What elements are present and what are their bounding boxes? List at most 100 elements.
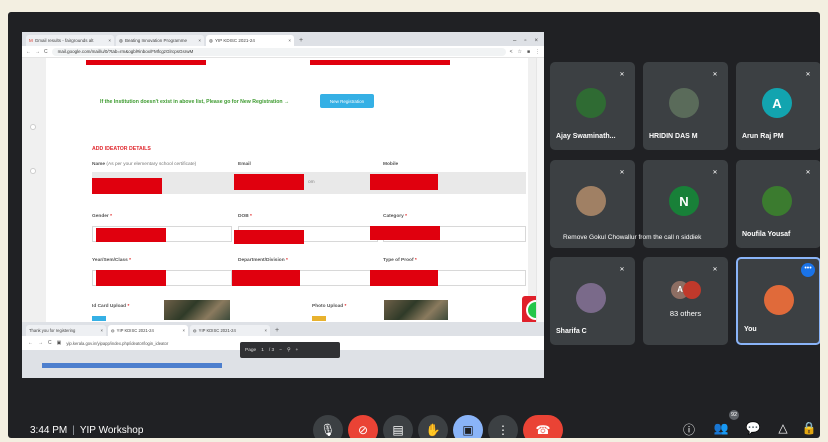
zoom-out-icon[interactable]: −: [279, 348, 282, 353]
meet-window: M Gmail results - fairgrounds alt × ◍ Beati…: [8, 12, 820, 438]
window-controls: – ▫ ×: [507, 38, 544, 46]
site-icon: ◍: [111, 328, 115, 333]
photo-upload-button[interactable]: [312, 316, 326, 321]
extensions-icon[interactable]: ■: [527, 49, 530, 55]
more-options-icon[interactable]: •••: [801, 263, 815, 277]
new-tab-button[interactable]: +: [296, 35, 306, 46]
participant-tile[interactable]: ✕ HRIDIN DAS M: [643, 62, 728, 150]
meeting-title: YIP Workshop: [79, 425, 144, 436]
new-registration-button[interactable]: New Registration: [320, 94, 374, 108]
others-count: 83 others: [669, 309, 702, 318]
reload-icon[interactable]: C: [48, 340, 52, 346]
site-icon: ◍: [193, 328, 197, 333]
browser-tab-active[interactable]: ◍ YIP KDISC 2021-24 ×: [108, 325, 188, 336]
radio-option[interactable]: [30, 168, 36, 174]
forward-icon[interactable]: →: [35, 49, 40, 55]
redaction-bar: [310, 60, 450, 65]
forward-icon[interactable]: →: [38, 340, 43, 346]
close-window-icon[interactable]: ×: [534, 38, 538, 44]
participant-tile[interactable]: ✕ Noufila Yousaf: [736, 160, 820, 248]
mic-off-icon: ✕: [712, 72, 718, 78]
shared-screen: M Gmail results - fairgrounds alt × ◍ Beati…: [22, 32, 544, 330]
address-bar-row: ← → C mail.google.com/mail/u/0/?tab=rm&o…: [22, 46, 544, 58]
selection-highlight: [42, 363, 222, 368]
avatar: [669, 88, 699, 118]
zoom-icon[interactable]: ⚲: [287, 348, 291, 353]
self-tile[interactable]: ••• You: [736, 257, 820, 345]
mic-icon[interactable]: 🎙: [313, 415, 343, 438]
gender-label: Gender *: [92, 214, 113, 219]
back-icon[interactable]: ←: [26, 49, 31, 55]
raise-hand-icon[interactable]: ✋: [418, 415, 448, 438]
end-call-icon[interactable]: ☎: [523, 415, 563, 438]
mobile-label: Mobile: [383, 162, 399, 167]
close-icon[interactable]: ×: [183, 328, 185, 333]
share-icon[interactable]: <: [510, 49, 513, 55]
page-scrollbar[interactable]: [536, 58, 544, 330]
avatar: [576, 88, 606, 118]
email-field-redacted[interactable]: [234, 174, 304, 190]
more-options-icon[interactable]: ⋮: [488, 415, 518, 438]
id-card-label: Id Card Upload *: [92, 304, 130, 309]
participant-tile[interactable]: ✕ Ajay Swaminath...: [550, 62, 635, 150]
department-label: Department/Division *: [238, 258, 288, 263]
bookmark-star-icon[interactable]: ☆: [517, 49, 521, 55]
participant-tile[interactable]: ✕ A Arun Raj PM: [736, 62, 820, 150]
avatar: A: [762, 88, 792, 118]
reload-icon[interactable]: C: [44, 49, 48, 55]
minimize-icon[interactable]: –: [513, 38, 516, 44]
browser-tab[interactable]: ◍ YIP KDISC 2021-24 ×: [190, 325, 270, 336]
url-field[interactable]: mail.google.com/mail/u/0/?tab=rm&ogbl#in…: [51, 47, 506, 56]
avatar: [764, 285, 794, 315]
browser-tab[interactable]: Thank you for registering ×: [26, 325, 106, 336]
remove-participant-tooltip: Remove Gokul Chowallur from the call n s…: [563, 234, 702, 241]
maximize-icon[interactable]: ▫: [524, 38, 526, 44]
shared-screen-secondary: Thank you for registering × ◍ YIP KDISC 20…: [22, 322, 544, 378]
info-icon[interactable]: ⓘ: [680, 421, 698, 438]
chat-icon[interactable]: 💬: [744, 421, 762, 435]
year-redacted: [96, 270, 166, 286]
back-icon[interactable]: ←: [28, 340, 33, 346]
url-field[interactable]: yip.kerala.gov.in/yipapp/index.php/ideat…: [66, 341, 168, 346]
host-controls-icon[interactable]: 🔒: [800, 421, 818, 435]
id-card-upload-button[interactable]: [92, 316, 106, 321]
browser-tab[interactable]: ◍ Beating Innovation Programme ×: [116, 35, 204, 46]
close-icon[interactable]: ×: [198, 38, 201, 43]
activities-icon[interactable]: △: [774, 421, 792, 435]
avatar: [576, 283, 606, 313]
year-label: Year/Sem/Class *: [92, 258, 131, 263]
close-icon[interactable]: ×: [108, 38, 111, 43]
close-icon[interactable]: ×: [288, 38, 291, 43]
page-number-input[interactable]: 1: [261, 348, 264, 353]
people-icon[interactable]: 👥: [712, 421, 730, 435]
radio-option[interactable]: [30, 124, 36, 130]
avatar: N: [669, 186, 699, 216]
zoom-in-icon[interactable]: +: [296, 348, 299, 353]
participant-name: Noufila Yousaf: [742, 231, 791, 238]
email-suffix: om: [308, 180, 315, 185]
participant-name: HRIDIN DAS M: [649, 133, 698, 140]
dob-label: DOB *: [238, 214, 252, 219]
present-icon[interactable]: ▣: [453, 415, 483, 438]
close-icon[interactable]: ×: [101, 328, 103, 333]
camera-off-icon[interactable]: ⊘: [348, 415, 378, 438]
close-icon[interactable]: ×: [265, 328, 267, 333]
menu-kebab-icon[interactable]: ⋮: [535, 49, 540, 55]
browser-tab-active[interactable]: ◍ YIP KDISC 2021-24 ×: [206, 35, 294, 46]
photo-preview: [384, 300, 448, 320]
mobile-field-redacted[interactable]: [370, 174, 438, 190]
new-tab-button[interactable]: +: [272, 325, 282, 336]
gmail-icon: M: [29, 38, 33, 43]
others-tile[interactable]: ✕ A 83 others: [643, 257, 728, 345]
participant-tile[interactable]: ✕ Sharifa C: [550, 257, 635, 345]
pdf-toolbar: Page 1 / 3 − ⚲ +: [240, 342, 340, 358]
browser-tab[interactable]: M Gmail results - fairgrounds alt ×: [26, 35, 114, 46]
dob-redacted: [234, 230, 304, 244]
meeting-info: 3:44 PM | YIP Workshop: [30, 425, 144, 436]
captions-icon[interactable]: ▤: [383, 415, 413, 438]
gender-redacted: [96, 228, 166, 242]
name-field-redacted[interactable]: [92, 178, 162, 194]
site-info-icon[interactable]: ▣: [57, 340, 62, 346]
mic-off-icon: ✕: [619, 170, 625, 176]
department-redacted: [232, 270, 300, 286]
